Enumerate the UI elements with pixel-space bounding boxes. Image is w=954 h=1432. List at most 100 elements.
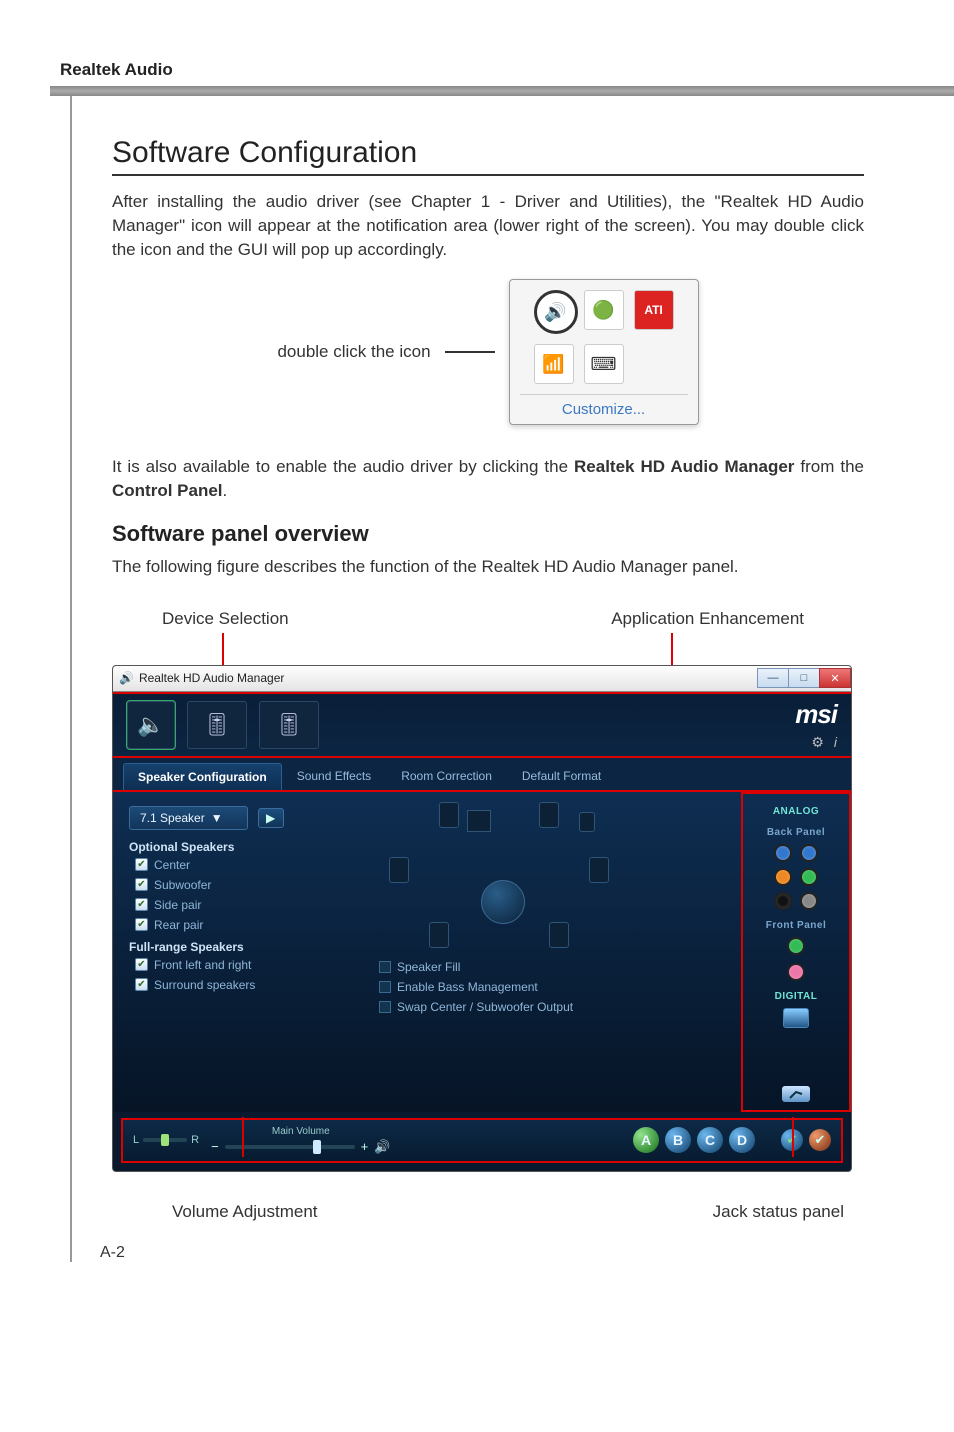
jack-blue[interactable]: [800, 844, 818, 862]
main-volume-track[interactable]: [225, 1145, 355, 1149]
chk-center[interactable]: ✔Center: [135, 858, 349, 872]
chk-subwoofer[interactable]: ✔Subwoofer: [135, 878, 349, 892]
balance-l: L: [133, 1134, 139, 1146]
stage-speaker[interactable]: [549, 922, 569, 948]
section-title: Software Configuration: [112, 136, 864, 176]
chk-side-label: Side pair: [154, 898, 201, 912]
front-panel-label: Front Panel: [766, 920, 827, 931]
realtek-tray-icon[interactable]: 🔊: [534, 290, 578, 334]
badge-b[interactable]: B: [665, 1127, 691, 1153]
jack-blue[interactable]: [774, 844, 792, 862]
chk-rear-pair[interactable]: ✔Rear pair: [135, 918, 349, 932]
badge-c[interactable]: C: [697, 1127, 723, 1153]
jack-orange[interactable]: [774, 868, 792, 886]
chk-bass-mgmt[interactable]: Enable Bass Management: [379, 980, 725, 994]
badge-a[interactable]: A: [633, 1127, 659, 1153]
enable-text-bold2: Control Panel: [112, 481, 223, 500]
jack-status-panel: ANALOG Back Panel Front Panel DIGITAL: [741, 792, 851, 1112]
jack-front-pink[interactable]: [787, 963, 805, 981]
callout-line: [242, 1117, 244, 1157]
balance-slider[interactable]: L R: [133, 1134, 199, 1146]
stage-speaker[interactable]: [589, 857, 609, 883]
badge-d[interactable]: D: [729, 1127, 755, 1153]
brand-logo: msi: [795, 699, 837, 730]
tab-room-correction[interactable]: Room Correction: [386, 762, 507, 790]
enable-paragraph: It is also available to enable the audio…: [112, 455, 864, 503]
tab-sound-effects[interactable]: Sound Effects: [282, 762, 387, 790]
window-titlebar: 🔊 Realtek HD Audio Manager — □ ✕: [113, 666, 851, 692]
product-header: Realtek Audio: [60, 60, 904, 80]
info-icon[interactable]: i: [834, 734, 837, 751]
jack-grey[interactable]: [800, 892, 818, 910]
window-close-button[interactable]: ✕: [819, 668, 851, 688]
stage-speaker[interactable]: [389, 857, 409, 883]
digital-jack[interactable]: [783, 1008, 809, 1028]
realtek-manager-figure: 🔊 Realtek HD Audio Manager — □ ✕ 🔈 🎚 🎚: [112, 665, 852, 1172]
chk-surround[interactable]: ✔Surround speakers: [135, 978, 349, 992]
fullrange-label: Full-range Speakers: [129, 940, 349, 954]
device-thumb-3[interactable]: 🎚: [259, 701, 319, 749]
analog-label: ANALOG: [773, 806, 819, 817]
ati-tray-icon[interactable]: ATI: [634, 290, 674, 330]
vol-plus-icon[interactable]: +: [361, 1139, 369, 1154]
customize-link[interactable]: Customize...: [520, 394, 688, 418]
callout-line: [792, 1117, 794, 1157]
tray-icon-2[interactable]: 🟢: [584, 290, 624, 330]
optional-speakers-label: Optional Speakers: [129, 840, 349, 854]
tray-icon-4[interactable]: 📶: [534, 344, 574, 384]
balance-r: R: [191, 1134, 199, 1146]
chk-front-lr[interactable]: ✔Front left and right: [135, 958, 349, 972]
tab-speaker-configuration[interactable]: Speaker Configuration: [123, 763, 282, 790]
window-minimize-button[interactable]: —: [757, 668, 789, 688]
titlebar-icon: 🔊: [119, 671, 134, 685]
app-window: 🔊 Realtek HD Audio Manager — □ ✕ 🔈 🎚 🎚: [112, 665, 852, 1172]
tab-row: Speaker Configuration Sound Effects Room…: [113, 758, 851, 792]
enable-text-mid: from the: [794, 457, 864, 476]
device-thumb-2[interactable]: 🎚: [187, 701, 247, 749]
speaker-layout-visual: [389, 802, 609, 952]
main-volume-thumb[interactable]: [313, 1140, 321, 1154]
window-maximize-button[interactable]: □: [788, 668, 820, 688]
chk-center-label: Center: [154, 858, 190, 872]
stage-speaker[interactable]: [429, 922, 449, 948]
chk-speaker-fill[interactable]: Speaker Fill: [379, 960, 725, 974]
brand-block: msi ⚙ i: [795, 699, 837, 751]
vol-minus-icon[interactable]: −: [211, 1139, 219, 1154]
chevron-down-icon: ▼: [211, 811, 223, 825]
gear-icon[interactable]: ⚙: [811, 734, 824, 751]
chk-rear-label: Rear pair: [154, 918, 203, 932]
stage-speaker[interactable]: [539, 802, 559, 828]
jack-green[interactable]: [800, 868, 818, 886]
badge-check-2[interactable]: ✔: [809, 1129, 831, 1151]
stage-speaker[interactable]: [579, 812, 595, 832]
chk-side-pair[interactable]: ✔Side pair: [135, 898, 349, 912]
back-panel-label: Back Panel: [767, 827, 825, 838]
chk-speaker-fill-label: Speaker Fill: [397, 960, 460, 974]
enhancement-badges: A B C D ✔ ✔: [633, 1127, 831, 1153]
balance-thumb[interactable]: [161, 1134, 169, 1146]
chk-bass-label: Enable Bass Management: [397, 980, 538, 994]
tray-popup: 🔊 🟢 ATI 📶 ⌨ Customize...: [509, 279, 699, 425]
page-number: A-2: [100, 1244, 125, 1262]
device-thumb-speakers[interactable]: 🔈: [127, 701, 175, 749]
balance-track: [143, 1138, 187, 1142]
chk-surround-label: Surround speakers: [154, 978, 255, 992]
header-rule: [50, 86, 954, 96]
overview-title: Software panel overview: [112, 521, 864, 547]
connector-settings-button[interactable]: [782, 1086, 810, 1102]
intro-paragraph: After installing the audio driver (see C…: [112, 190, 864, 261]
tray-icon-5[interactable]: ⌨: [584, 344, 624, 384]
stage-speaker[interactable]: [439, 802, 459, 828]
chk-swap-center[interactable]: Swap Center / Subwoofer Output: [379, 1000, 725, 1014]
device-selection-strip: 🔈 🎚 🎚 msi ⚙ i: [113, 692, 851, 758]
stage-center-box[interactable]: [467, 810, 491, 832]
callout-app-enhancement: Application Enhancement: [611, 609, 804, 629]
play-test-button[interactable]: ▶: [258, 808, 284, 828]
tab-default-format[interactable]: Default Format: [507, 762, 616, 790]
main-volume-label: Main Volume: [272, 1126, 330, 1137]
enable-text-pre: It is also available to enable the audio…: [112, 457, 574, 476]
jack-black[interactable]: [774, 892, 792, 910]
jack-front-green[interactable]: [787, 937, 805, 955]
mute-icon[interactable]: 🔊: [374, 1139, 390, 1155]
speaker-mode-dropdown[interactable]: 7.1 Speaker ▼: [129, 806, 248, 830]
